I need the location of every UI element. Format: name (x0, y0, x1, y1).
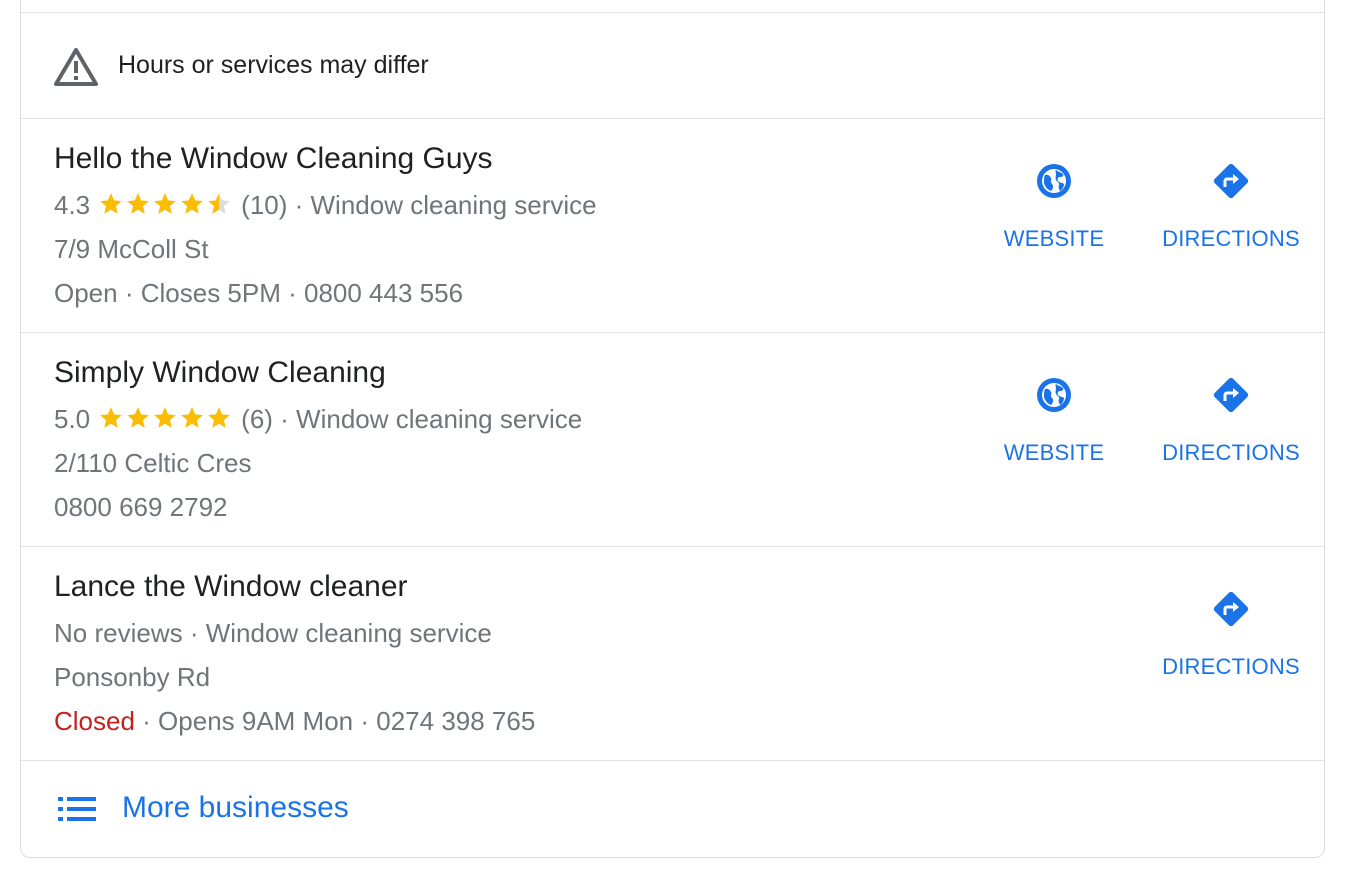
directions-button[interactable]: DIRECTIONS (1161, 161, 1301, 252)
business-category: Window cleaning service (296, 404, 583, 434)
business-address: 2/110 Celtic Cres (54, 448, 252, 478)
website-button[interactable]: WEBSITE (999, 161, 1109, 252)
more-businesses-label: More businesses (122, 791, 349, 824)
review-count[interactable]: (10) (241, 190, 287, 220)
open-status: Open (54, 278, 118, 308)
business-category: Window cleaning service (205, 618, 492, 648)
star-icon (208, 193, 230, 214)
directions-button[interactable]: DIRECTIONS (1161, 589, 1301, 680)
directions-label: DIRECTIONS (1162, 654, 1300, 679)
directions-icon (1213, 377, 1249, 413)
rating-line: 5.0 (6) · Window cleaning service (54, 404, 582, 438)
hours-text: Opens 9AM Mon (158, 706, 354, 736)
directions-label: DIRECTIONS (1162, 226, 1300, 251)
phone-number: 0800 443 556 (303, 278, 464, 308)
top-divider (21, 0, 1324, 13)
list-icon (58, 797, 96, 821)
directions-icon (1213, 591, 1249, 627)
website-button[interactable]: WEBSITE (999, 375, 1109, 466)
star-icon (154, 193, 176, 214)
directions-icon (1213, 163, 1249, 199)
star-icon (100, 193, 122, 214)
directions-label: DIRECTIONS (1162, 440, 1300, 465)
hours-line: Closed · Opens 9AM Mon · 0274 398 765 (54, 706, 536, 736)
star-icon (100, 407, 122, 428)
business-listing[interactable]: Lance the Window cleaner No reviews · Wi… (21, 547, 1324, 761)
business-address: 7/9 McColl St (54, 234, 209, 264)
local-results-card: Hours or services may differ Hello the W… (20, 0, 1325, 858)
star-rating (98, 405, 233, 438)
business-listing[interactable]: Hello the Window Cleaning Guys 4.3 (10) ·… (21, 119, 1324, 333)
rating-line: 4.3 (10) · Window cleaning service (54, 190, 597, 224)
business-name[interactable]: Hello the Window Cleaning Guys (54, 142, 493, 176)
star-icon (208, 407, 230, 428)
star-icon (181, 407, 203, 428)
phone-number: 0800 669 2792 (54, 492, 228, 522)
notice-text: Hours or services may differ (118, 51, 429, 79)
business-name[interactable]: Simply Window Cleaning (54, 356, 386, 390)
globe-icon (1037, 378, 1071, 412)
star-icon (127, 193, 149, 214)
phone-number: 0274 398 765 (376, 706, 536, 736)
closed-status: Closed (54, 706, 135, 736)
website-label: WEBSITE (1003, 440, 1105, 465)
directions-button[interactable]: DIRECTIONS (1161, 375, 1301, 466)
business-name[interactable]: Lance the Window cleaner (54, 570, 408, 604)
hours-line: Open · Closes 5PM · 0800 443 556 (54, 278, 464, 308)
no-reviews-text: No reviews (54, 618, 183, 648)
rating-line: No reviews · Window cleaning service (54, 618, 492, 648)
business-category: Window cleaning service (310, 190, 597, 220)
more-businesses-link[interactable]: More businesses (21, 759, 1324, 859)
hours-notice: Hours or services may differ (21, 13, 1324, 119)
star-rating (98, 191, 233, 224)
globe-icon (1037, 164, 1071, 198)
business-listing[interactable]: Simply Window Cleaning 5.0 (6) · Window c… (21, 333, 1324, 547)
warning-triangle-icon (54, 48, 98, 86)
hours-text: Closes 5PM (140, 278, 281, 308)
star-icon (127, 407, 149, 428)
star-icon (154, 407, 176, 428)
rating-value: 4.3 (54, 190, 91, 220)
review-count[interactable]: (6) (241, 404, 273, 434)
website-label: WEBSITE (1003, 226, 1105, 251)
rating-value: 5.0 (54, 404, 91, 434)
business-address: Ponsonby Rd (54, 662, 211, 692)
star-icon (181, 193, 203, 214)
